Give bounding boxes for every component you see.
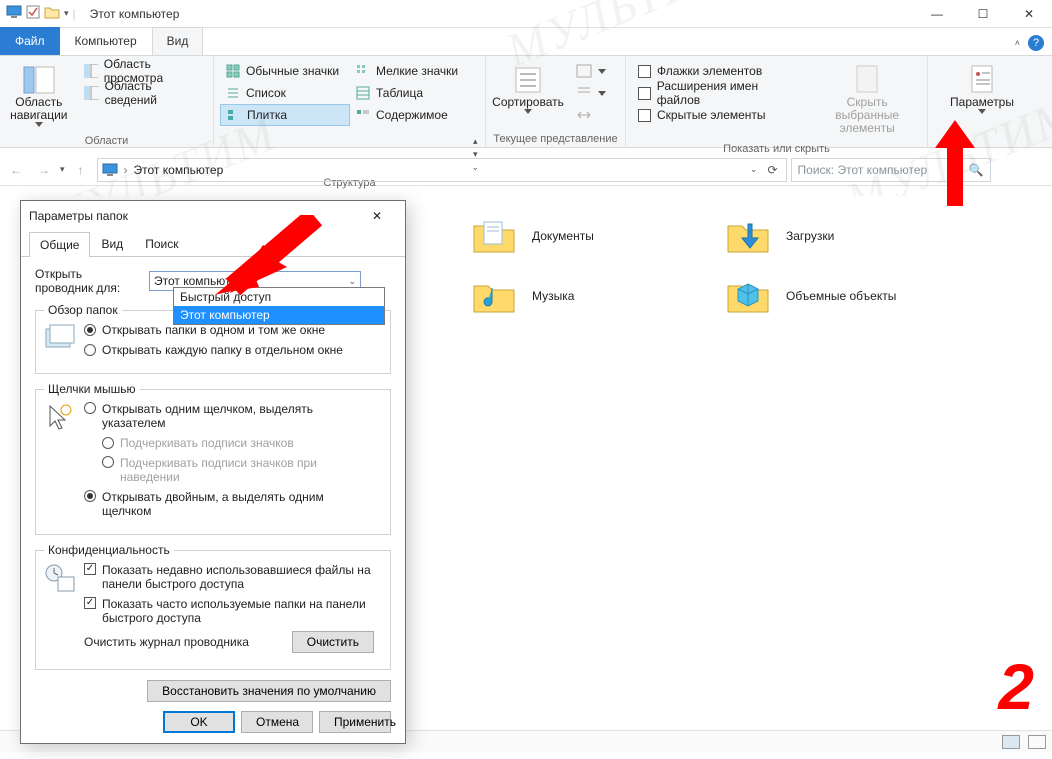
radio-underline-always bbox=[102, 437, 114, 449]
cursor-icon bbox=[44, 402, 76, 434]
tab-view[interactable]: Вид bbox=[152, 27, 204, 55]
group-label-panes: Области bbox=[0, 135, 213, 150]
folder-downloads[interactable]: Загрузки bbox=[724, 216, 984, 256]
fit-columns-button[interactable] bbox=[570, 104, 612, 126]
search-placeholder: Поиск: Этот компьютер bbox=[798, 163, 963, 177]
pc-icon bbox=[6, 4, 22, 23]
tab-file[interactable]: Файл bbox=[0, 27, 60, 55]
folder-3dobjects[interactable]: Объемные объекты bbox=[724, 276, 984, 316]
tab-computer[interactable]: Компьютер bbox=[60, 27, 152, 55]
dialog-tab-search[interactable]: Поиск bbox=[134, 231, 189, 256]
folder-label: Музыка bbox=[532, 289, 574, 303]
history-dropdown[interactable]: ▾ bbox=[60, 164, 65, 175]
back-button[interactable]: ← bbox=[4, 158, 28, 182]
radio-single-click[interactable] bbox=[84, 402, 96, 414]
layout-small-icons[interactable]: Мелкие значки bbox=[350, 60, 476, 82]
dialog-tab-general[interactable]: Общие bbox=[29, 232, 90, 257]
layout-tiles[interactable]: Плитка bbox=[220, 104, 350, 126]
minimize-button[interactable]: ― bbox=[914, 0, 960, 28]
chevron-right-icon[interactable]: › bbox=[124, 163, 128, 177]
navigation-pane-button[interactable]: Область навигации bbox=[6, 60, 72, 131]
checkbox-file-ext[interactable]: Расширения имен файлов bbox=[632, 82, 807, 104]
folder-label: Загрузки bbox=[786, 229, 834, 243]
privacy-legend: Конфиденциальность bbox=[44, 543, 174, 557]
privacy-fieldset: Конфиденциальность Показать недавно испо… bbox=[35, 543, 391, 670]
dialog-close-button[interactable]: ✕ bbox=[357, 201, 397, 231]
cb-recent-files[interactable] bbox=[84, 563, 96, 575]
dialog-title: Параметры папок bbox=[29, 209, 128, 223]
add-columns-button[interactable] bbox=[570, 82, 612, 104]
folder-options-dialog: Параметры папок ✕ Общие Вид Поиск Открыт… bbox=[20, 200, 406, 744]
annotation-number: 2 bbox=[998, 650, 1034, 724]
clear-button[interactable]: Очистить bbox=[292, 631, 374, 653]
combo-option-quick[interactable]: Быстрый доступ bbox=[174, 288, 384, 306]
help-icon[interactable]: ? bbox=[1028, 35, 1044, 51]
dialog-titlebar[interactable]: Параметры папок ✕ bbox=[21, 201, 405, 231]
checkbox-hidden-items[interactable]: Скрытые элементы bbox=[632, 104, 807, 126]
group-label-showhide: Показать или скрыть bbox=[626, 143, 927, 158]
up-button[interactable]: ↑ bbox=[69, 158, 93, 182]
options-button[interactable]: Параметры bbox=[946, 60, 1018, 118]
forward-button[interactable]: → bbox=[32, 158, 56, 182]
cb-frequent-folders[interactable] bbox=[84, 597, 96, 609]
folder-documents[interactable]: Документы bbox=[470, 216, 730, 256]
dialog-tab-view[interactable]: Вид bbox=[90, 231, 134, 256]
address-dropdown-icon[interactable]: ⌄ bbox=[750, 164, 758, 175]
close-button[interactable]: ✕ bbox=[1006, 0, 1052, 28]
layout-list[interactable]: Список bbox=[220, 82, 350, 104]
pc-icon bbox=[102, 163, 118, 177]
clicks-fieldset: Щелчки мышью Открывать одним щелчком, вы… bbox=[35, 382, 391, 535]
browse-legend: Обзор папок bbox=[44, 303, 122, 317]
thumb-view-icon[interactable] bbox=[1028, 735, 1046, 749]
browse-icon bbox=[44, 323, 76, 355]
restore-defaults-button[interactable]: Восстановить значения по умолчанию bbox=[147, 680, 391, 702]
hide-selected-button: Скрыть выбранные элементы bbox=[813, 60, 921, 139]
qat-folder-icon[interactable] bbox=[44, 5, 60, 22]
radio-double-click[interactable] bbox=[84, 490, 96, 502]
layout-normal-icons[interactable]: Обычные значки bbox=[220, 60, 350, 82]
ok-button[interactable]: OK bbox=[163, 711, 235, 733]
address-text: Этот компьютер bbox=[134, 163, 224, 177]
sort-button[interactable]: Сортировать bbox=[492, 60, 564, 118]
search-box[interactable]: Поиск: Этот компьютер 🔍 bbox=[791, 158, 991, 182]
cancel-button[interactable]: Отмена bbox=[241, 711, 313, 733]
search-icon[interactable]: 🔍 bbox=[969, 163, 984, 177]
layout-content[interactable]: Содержимое bbox=[350, 104, 476, 126]
details-view-icon[interactable] bbox=[1002, 735, 1020, 749]
open-for-label: Открыть проводник для: bbox=[35, 267, 143, 295]
privacy-icon bbox=[44, 563, 76, 595]
folder-label: Документы bbox=[532, 229, 594, 243]
folder-label: Объемные объекты bbox=[786, 289, 896, 303]
combo-option-thispc[interactable]: Этот компьютер bbox=[174, 306, 384, 324]
details-pane-button[interactable]: Область сведений bbox=[78, 82, 207, 104]
navigation-bar: ← → ▾ ↑ › Этот компьютер ⌄ ⟳ Поиск: Этот… bbox=[0, 154, 1052, 186]
ribbon-tabstrip: Файл Компьютер Вид ˄ ? bbox=[0, 28, 1052, 56]
group-by-button[interactable] bbox=[570, 60, 612, 82]
refresh-icon[interactable]: ⟳ bbox=[763, 163, 781, 177]
clear-history-label: Очистить журнал проводника bbox=[84, 635, 249, 649]
qat-checkbox-icon[interactable] bbox=[26, 5, 40, 22]
address-bar[interactable]: › Этот компьютер ⌄ ⟳ bbox=[97, 158, 787, 182]
layout-scroll-up[interactable]: ▴ bbox=[473, 136, 478, 147]
maximize-button[interactable]: ☐ bbox=[960, 0, 1006, 28]
ribbon: Область навигации Область просмотра Обла… bbox=[0, 56, 1052, 148]
title-bar: ▾ | Этот компьютер ― ☐ ✕ bbox=[0, 0, 1052, 28]
ribbon-collapse-icon[interactable]: ˄ bbox=[1015, 38, 1020, 48]
window-title: Этот компьютер bbox=[90, 7, 180, 21]
folder-music[interactable]: Музыка bbox=[470, 276, 730, 316]
radio-underline-hover bbox=[102, 456, 114, 468]
group-label-current: Текущее представление bbox=[486, 133, 625, 148]
clicks-legend: Щелчки мышью bbox=[44, 382, 140, 396]
apply-button[interactable]: Применить bbox=[319, 711, 391, 733]
radio-new-window[interactable] bbox=[84, 344, 96, 356]
qat-dropdown-icon[interactable]: ▾ bbox=[64, 8, 69, 19]
radio-same-window[interactable] bbox=[84, 324, 96, 336]
open-for-dropdown[interactable]: Быстрый доступ Этот компьютер bbox=[173, 287, 385, 325]
layout-table[interactable]: Таблица bbox=[350, 82, 476, 104]
